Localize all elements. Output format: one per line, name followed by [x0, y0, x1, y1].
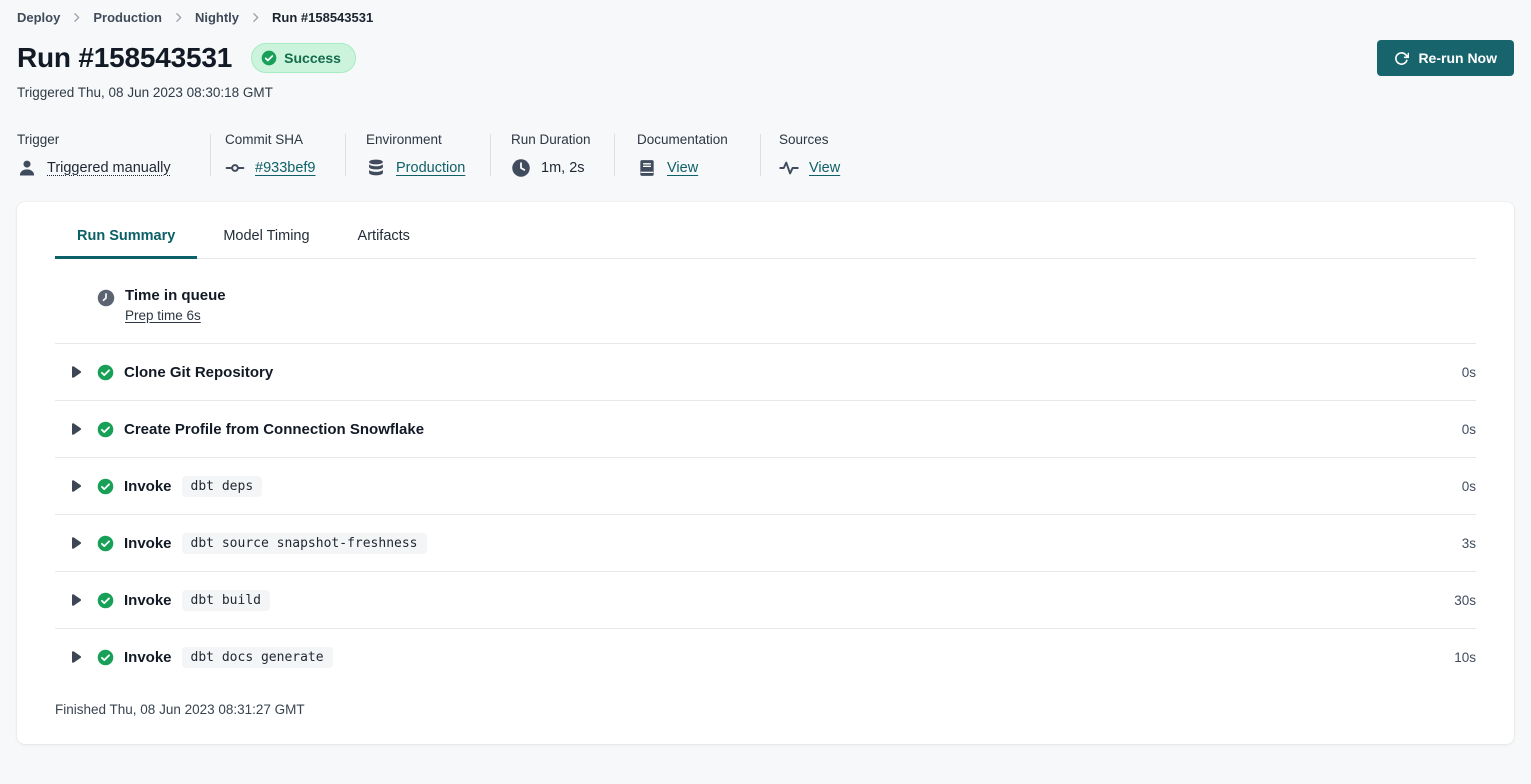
- breadcrumb-production[interactable]: Production: [93, 10, 162, 25]
- meta-sources-label: Sources: [779, 132, 840, 147]
- step-duration: 30s: [1454, 593, 1476, 608]
- database-icon: [366, 158, 386, 178]
- step-duration: 0s: [1462, 479, 1476, 494]
- step-name: Invoke: [124, 592, 172, 609]
- step-name: Invoke: [124, 535, 172, 552]
- breadcrumb: Deploy Production Nightly Run #158543531: [17, 0, 1514, 25]
- success-check-icon: [97, 478, 114, 495]
- git-commit-icon: [225, 158, 245, 178]
- finished-timestamp: Finished Thu, 08 Jun 2023 08:31:27 GMT: [55, 685, 1476, 744]
- meta-commit-label: Commit SHA: [225, 132, 345, 147]
- expand-caret-icon[interactable]: [71, 480, 81, 492]
- step-duration: 3s: [1462, 536, 1476, 551]
- meta-environment: Environment Production: [346, 132, 490, 178]
- queue-clock-icon: [97, 289, 115, 307]
- rerun-now-label: Re-run Now: [1418, 50, 1497, 66]
- step-name: Clone Git Repository: [124, 364, 273, 381]
- step-command: dbt deps: [182, 476, 263, 497]
- rerun-now-button[interactable]: Re-run Now: [1377, 40, 1514, 76]
- expand-caret-icon[interactable]: [71, 366, 81, 378]
- time-in-queue-block: Time in queue Prep time 6s: [55, 259, 1476, 343]
- refresh-icon: [1394, 51, 1409, 66]
- step-duration: 10s: [1454, 650, 1476, 665]
- meta-run-duration: Run Duration 1m, 2s: [491, 132, 614, 178]
- meta-documentation-label: Documentation: [637, 132, 760, 147]
- step-name: Invoke: [124, 649, 172, 666]
- success-check-icon: [97, 535, 114, 552]
- meta-documentation: Documentation View: [615, 132, 760, 178]
- documentation-view-link[interactable]: View: [667, 160, 698, 176]
- expand-caret-icon[interactable]: [71, 651, 81, 663]
- step-duration: 0s: [1462, 422, 1476, 437]
- person-icon: [17, 158, 37, 178]
- meta-trigger: Trigger Triggered manually: [17, 132, 210, 178]
- run-detail-page: Deploy Production Nightly Run #158543531…: [0, 0, 1531, 744]
- meta-trigger-value[interactable]: Triggered manually: [47, 160, 171, 176]
- tab-model-timing[interactable]: Model Timing: [201, 228, 331, 258]
- step-command: dbt docs generate: [182, 647, 333, 668]
- header-row: Run #158543531 Success Re-run Now: [17, 40, 1514, 76]
- step-row-dbt-source-freshness[interactable]: Invoke dbt source snapshot-freshness 3s: [55, 514, 1476, 571]
- run-summary-card: Run Summary Model Timing Artifacts Time …: [17, 202, 1514, 744]
- step-duration: 0s: [1462, 365, 1476, 380]
- step-name: Create Profile from Connection Snowflake: [124, 421, 424, 438]
- triggered-timestamp: Triggered Thu, 08 Jun 2023 08:30:18 GMT: [17, 85, 1514, 100]
- step-row-clone-git[interactable]: Clone Git Repository 0s: [55, 343, 1476, 400]
- chevron-right-icon: [172, 11, 185, 24]
- success-check-icon: [97, 364, 114, 381]
- meta-commit-sha: Commit SHA #933bef9: [211, 132, 345, 178]
- step-name: Invoke: [124, 478, 172, 495]
- tab-run-summary[interactable]: Run Summary: [55, 228, 197, 259]
- prep-time-link[interactable]: Prep time 6s: [125, 308, 226, 323]
- expand-caret-icon[interactable]: [71, 537, 81, 549]
- tab-bar: Run Summary Model Timing Artifacts: [55, 202, 1476, 259]
- environment-link[interactable]: Production: [396, 160, 465, 176]
- time-in-queue-title: Time in queue: [125, 287, 226, 304]
- success-check-icon: [97, 649, 114, 666]
- breadcrumb-deploy[interactable]: Deploy: [17, 10, 60, 25]
- commit-sha-link[interactable]: #933bef9: [255, 160, 315, 176]
- check-circle-icon: [261, 50, 277, 66]
- page-title: Run #158543531: [17, 42, 232, 74]
- meta-duration-label: Run Duration: [511, 132, 614, 147]
- pulse-icon: [779, 158, 799, 178]
- status-badge: Success: [251, 43, 356, 73]
- expand-caret-icon[interactable]: [71, 594, 81, 606]
- step-command: dbt build: [182, 590, 270, 611]
- success-check-icon: [97, 421, 114, 438]
- step-row-dbt-docs-generate[interactable]: Invoke dbt docs generate 10s: [55, 628, 1476, 685]
- sources-view-link[interactable]: View: [809, 160, 840, 176]
- success-check-icon: [97, 592, 114, 609]
- run-duration-value: 1m, 2s: [541, 160, 585, 176]
- step-row-dbt-build[interactable]: Invoke dbt build 30s: [55, 571, 1476, 628]
- meta-environment-label: Environment: [366, 132, 490, 147]
- chevron-right-icon: [70, 11, 83, 24]
- chevron-right-icon: [249, 11, 262, 24]
- expand-caret-icon[interactable]: [71, 423, 81, 435]
- status-badge-label: Success: [284, 50, 341, 66]
- clock-icon: [511, 158, 531, 178]
- tab-artifacts[interactable]: Artifacts: [336, 228, 432, 258]
- breadcrumb-current-run: Run #158543531: [272, 10, 373, 25]
- run-meta-bar: Trigger Triggered manually Commit SHA #9…: [17, 132, 1514, 178]
- breadcrumb-nightly[interactable]: Nightly: [195, 10, 239, 25]
- step-row-dbt-deps[interactable]: Invoke dbt deps 0s: [55, 457, 1476, 514]
- step-command: dbt source snapshot-freshness: [182, 533, 427, 554]
- book-icon: [637, 158, 657, 178]
- step-row-create-profile[interactable]: Create Profile from Connection Snowflake…: [55, 400, 1476, 457]
- meta-sources: Sources View: [761, 132, 840, 178]
- meta-trigger-label: Trigger: [17, 132, 210, 147]
